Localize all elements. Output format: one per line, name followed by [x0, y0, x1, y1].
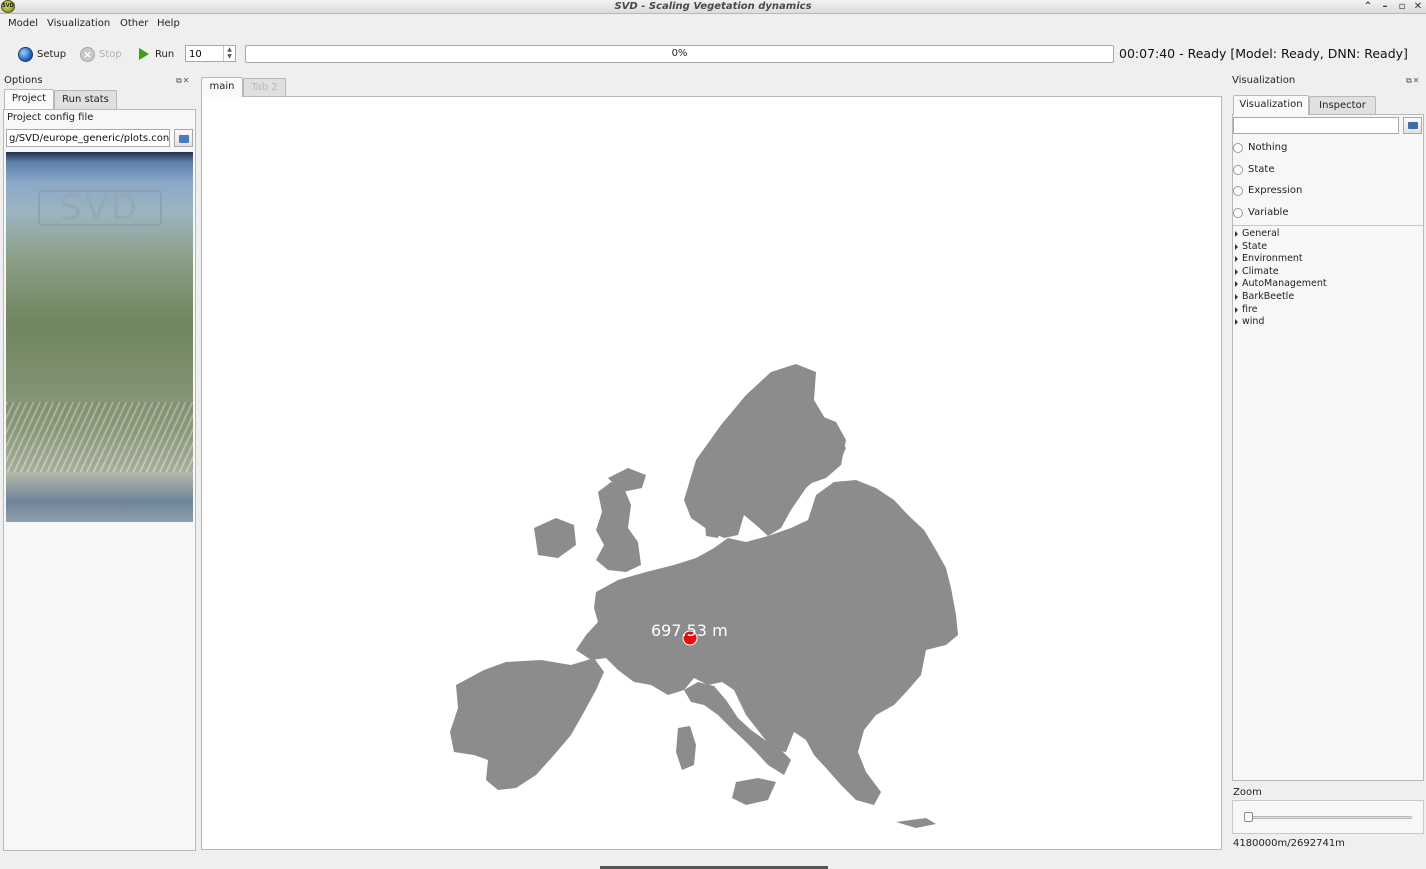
browse-button[interactable]	[174, 129, 193, 147]
menu-visualization[interactable]: Visualization	[47, 18, 110, 29]
radio-state[interactable]: State	[1233, 164, 1274, 175]
zoom-slider-handle[interactable]	[1244, 812, 1253, 822]
tree-item-barkbeetle[interactable]: BarkBeetle	[1235, 291, 1294, 302]
tab-inspector[interactable]: Inspector	[1309, 96, 1376, 115]
radio-circle-icon	[1233, 164, 1243, 175]
setup-button[interactable]: Setup	[18, 45, 66, 63]
menu-bar: Model Visualization Other Help	[0, 15, 1426, 33]
scale-readout: 4180000m/2692741m	[1233, 838, 1345, 849]
run-button[interactable]: Run	[139, 45, 174, 63]
chevron-up-icon[interactable]: ⌃	[1361, 0, 1375, 13]
splash-tagline: scaling vegetation dynamics	[50, 230, 152, 238]
tree-label: Environment	[1242, 253, 1303, 264]
tab-2[interactable]: Tab 2	[243, 78, 286, 97]
run-label: Run	[155, 48, 175, 60]
tree-label: General	[1242, 228, 1280, 239]
tree-item-fire[interactable]: fire	[1235, 304, 1258, 315]
crete	[896, 818, 936, 828]
apply-button[interactable]	[1403, 117, 1422, 134]
tree-item-environment[interactable]: Environment	[1235, 253, 1303, 264]
cursor-value-label: 697.53 m	[651, 621, 728, 640]
minimize-icon[interactable]: –	[1378, 0, 1392, 13]
visualization-expression-input[interactable]	[1233, 117, 1399, 134]
progress-text: 0%	[671, 48, 688, 59]
window-title: SVD - Scaling Vegetation dynamics	[614, 1, 812, 12]
tree-label: AutoManagement	[1242, 278, 1327, 289]
setup-label: Setup	[37, 48, 67, 60]
menu-model[interactable]: Model	[8, 18, 38, 29]
tree-item-automanagement[interactable]: AutoManagement	[1235, 278, 1327, 289]
tree-item-general[interactable]: General	[1235, 228, 1279, 239]
tree-label: wind	[1242, 316, 1265, 327]
tree-item-climate[interactable]: Climate	[1235, 266, 1279, 277]
tree-item-state[interactable]: State	[1235, 241, 1267, 252]
close-icon[interactable]: ✕	[1411, 0, 1425, 13]
tab-project[interactable]: Project	[4, 89, 54, 109]
radio-variable[interactable]: Variable	[1233, 207, 1289, 218]
corsica-sardinia	[676, 726, 696, 770]
chevron-right-icon	[1235, 255, 1238, 262]
radio-circle-icon	[1233, 142, 1243, 153]
config-file-label: Project config file	[7, 112, 94, 123]
stop-icon: ×	[80, 46, 95, 62]
tree-label: BarkBeetle	[1242, 291, 1295, 302]
title-bar: SVD SVD - Scaling Vegetation dynamics ⌃ …	[0, 0, 1426, 14]
chevron-right-icon	[1235, 243, 1238, 250]
chevron-right-icon	[1235, 306, 1238, 313]
steps-input[interactable]	[189, 48, 223, 60]
splash-image: SVD scaling vegetation dynamics	[6, 152, 193, 522]
sicily	[732, 778, 776, 805]
zoom-label: Zoom	[1233, 787, 1262, 798]
tree-label: fire	[1242, 304, 1258, 315]
options-dock-title: Options	[4, 75, 43, 86]
monitor-icon	[1408, 122, 1418, 129]
radio-label: Variable	[1248, 207, 1289, 218]
chevron-right-icon	[1235, 268, 1238, 275]
globe-icon	[18, 46, 33, 62]
iberia	[450, 658, 604, 790]
chevron-right-icon	[1235, 280, 1238, 287]
radio-label: Nothing	[1248, 142, 1288, 153]
land-mass	[450, 364, 958, 828]
viz-dock-title: Visualization	[1232, 75, 1296, 86]
radio-label: State	[1248, 164, 1275, 175]
radio-circle-icon	[1233, 185, 1243, 196]
tree-item-wind[interactable]: wind	[1235, 316, 1264, 327]
radio-expression[interactable]: Expression	[1233, 185, 1302, 196]
menu-help[interactable]: Help	[157, 18, 180, 29]
tree-label: State	[1242, 241, 1268, 252]
radio-circle-icon	[1233, 207, 1243, 218]
play-icon	[139, 48, 149, 60]
steps-spinbox: ▲▼	[185, 45, 236, 62]
tab-visualization[interactable]: Visualization	[1233, 95, 1309, 115]
menu-other[interactable]: Other	[120, 18, 148, 29]
great-britain	[596, 482, 641, 572]
dock-float-close-icon[interactable]: ⧉✕	[176, 76, 190, 86]
zoom-slider-track[interactable]	[1244, 816, 1412, 819]
splash-terrain	[6, 402, 193, 472]
config-file-input[interactable]	[6, 129, 170, 147]
stop-button[interactable]: × Stop	[80, 45, 122, 63]
stop-label: Stop	[99, 48, 122, 60]
chevron-right-icon	[1235, 230, 1238, 237]
radio-label: Expression	[1248, 185, 1303, 196]
variable-tree: General State Environment Climate AutoMa…	[1233, 225, 1423, 781]
status-text: 00:07:40 - Ready [Model: Ready, DNN: Rea…	[1119, 46, 1408, 61]
europe-map[interactable]	[446, 360, 961, 832]
spin-arrows-icon[interactable]: ▲ ▼	[223, 46, 235, 61]
tab-run-stats[interactable]: Run stats	[54, 90, 117, 109]
chevron-right-icon	[1235, 318, 1238, 325]
progress-bar: 0%	[245, 45, 1114, 63]
folder-icon	[179, 135, 189, 143]
dock-float-close-icon[interactable]: ⧉✕	[1406, 76, 1420, 86]
chevron-right-icon	[1235, 293, 1238, 300]
radio-nothing[interactable]: Nothing	[1233, 142, 1287, 153]
finland	[791, 412, 846, 485]
ireland	[534, 518, 576, 558]
maximize-icon[interactable]: ▫	[1395, 0, 1409, 13]
splash-logo: SVD	[38, 190, 162, 226]
tree-label: Climate	[1242, 266, 1279, 277]
tab-main[interactable]: main	[201, 77, 243, 97]
